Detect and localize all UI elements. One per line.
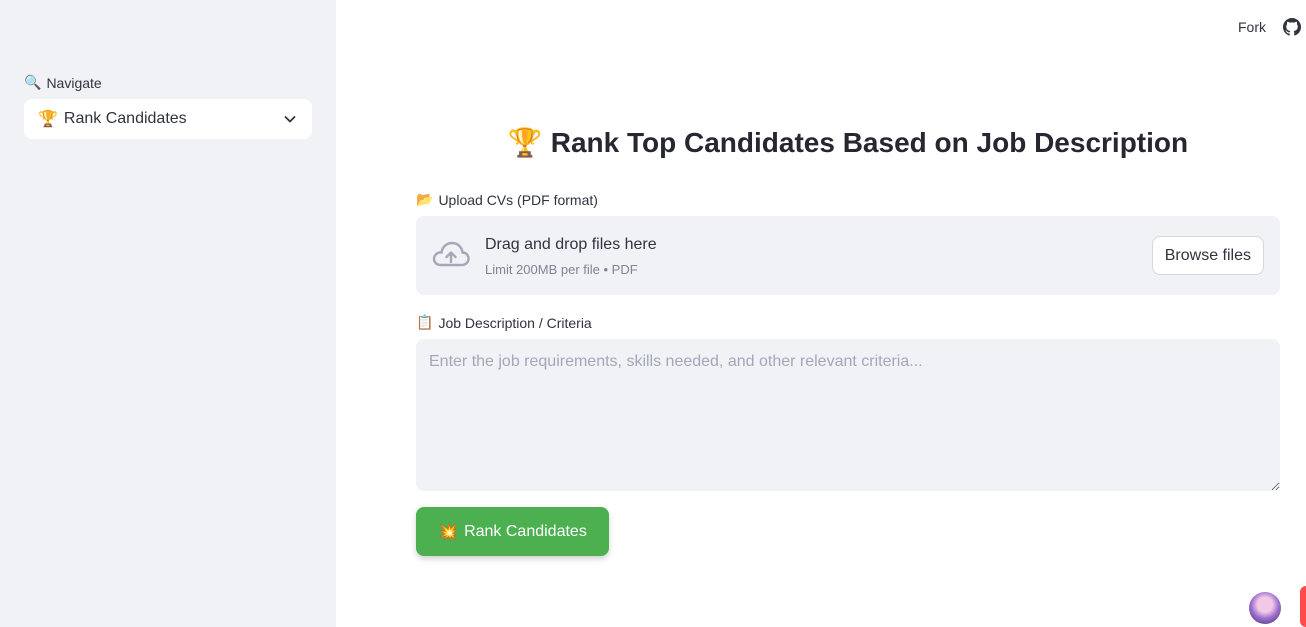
navigation-select-value: Rank Candidates (63, 110, 187, 127)
trophy-icon: 🏆 (507, 127, 543, 158)
navigate-label-text: Navigate (46, 74, 102, 91)
cloud-upload-icon (432, 241, 470, 267)
job-description-input[interactable] (416, 339, 1280, 491)
job-description-label: 📋 Job Description / Criteria (416, 314, 592, 331)
upload-label: 📂 Upload CVs (PDF format) (416, 191, 598, 208)
avatar[interactable] (1249, 592, 1281, 624)
page-title-text: Rank Top Candidates Based on Job Descrip… (550, 127, 1189, 158)
dropzone-instructions: Drag and drop files here (485, 236, 657, 253)
rank-candidates-button[interactable]: 💥 Rank Candidates (416, 507, 609, 556)
browse-files-button[interactable]: Browse files (1151, 236, 1264, 275)
fork-link[interactable]: Fork (1238, 19, 1266, 35)
folder-icon: 📂 (416, 191, 434, 207)
page-title: 🏆 Rank Top Candidates Based on Job Descri… (416, 126, 1280, 159)
navigation-select[interactable]: 🏆 Rank Candidates (24, 99, 312, 139)
clipboard-icon: 📋 (416, 314, 434, 330)
github-icon[interactable] (1283, 18, 1301, 36)
sidebar: 🔍 Navigate 🏆 Rank Candidates (0, 0, 336, 627)
file-dropzone[interactable]: Drag and drop files here Limit 200MB per… (416, 216, 1280, 295)
navigate-label: 🔍 Navigate (24, 74, 102, 91)
status-tab[interactable] (1300, 586, 1306, 627)
trophy-icon: 🏆 (38, 111, 58, 128)
chevron-down-icon (284, 116, 296, 123)
rank-candidates-button-label: Rank Candidates (464, 522, 587, 540)
upload-label-text: Upload CVs (PDF format) (438, 191, 598, 208)
collision-icon: 💥 (438, 523, 459, 541)
dropzone-limit: Limit 200MB per file • PDF (485, 262, 638, 277)
job-description-label-text: Job Description / Criteria (438, 314, 592, 331)
magnifier-icon: 🔍 (24, 74, 42, 90)
